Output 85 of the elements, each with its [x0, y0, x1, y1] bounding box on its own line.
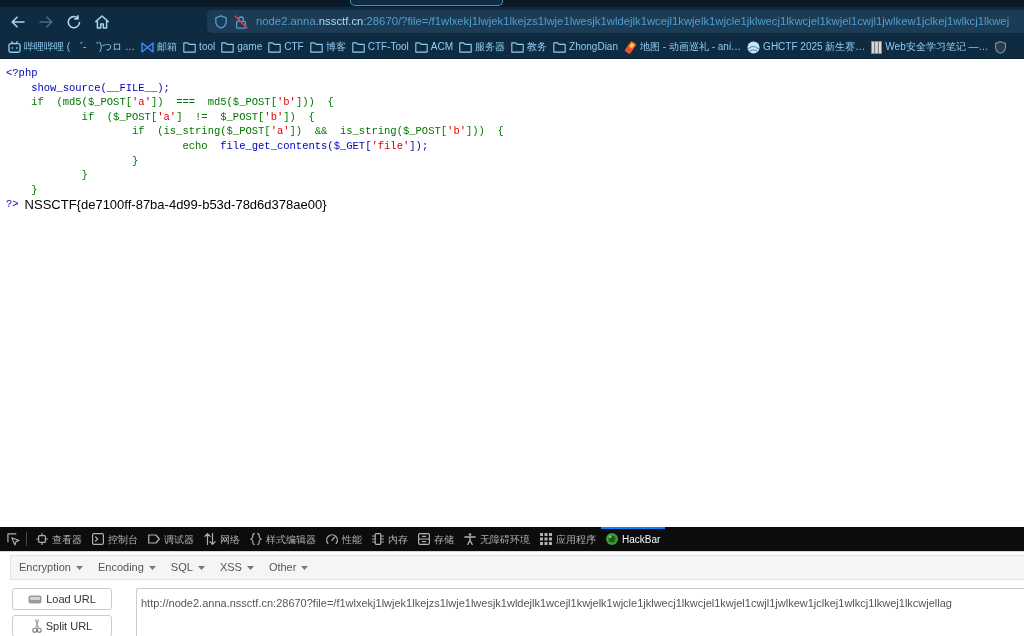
shield-icon — [215, 14, 227, 29]
caret-icon — [76, 565, 83, 570]
devtools-tab[interactable]: 查看器 — [31, 527, 87, 551]
bookmark-folder[interactable]: CTF-Tool — [351, 41, 409, 53]
book-icon — [871, 40, 883, 54]
bookmark-folder[interactable]: CTF — [268, 41, 304, 53]
sticker-icon — [624, 40, 637, 54]
bookmark-link[interactable]: GHCTF 2025 新生赛… — [747, 40, 866, 54]
bookmark-folder[interactable]: 教务 — [511, 41, 548, 53]
folder-icon — [553, 41, 567, 53]
devtools-tab[interactable]: 应用程序 — [535, 527, 601, 551]
folder-icon — [309, 41, 323, 53]
scissors-icon — [31, 619, 42, 633]
cabinet-icon — [418, 533, 430, 545]
dropdown-button[interactable]: Encryption — [13, 559, 89, 576]
frame-icon — [36, 533, 48, 545]
folder-icon — [268, 41, 282, 53]
braces-icon — [250, 533, 262, 545]
bookmark-folder[interactable]: game — [221, 41, 263, 53]
devtools-tab[interactable]: 调试器 — [143, 527, 199, 551]
reload-icon — [67, 14, 81, 29]
chip-icon — [372, 533, 384, 545]
code-line: } — [132, 153, 139, 169]
code-line: } — [31, 182, 38, 198]
up-down-arrows-icon — [204, 533, 216, 545]
load-url-button[interactable]: Load URL — [12, 588, 112, 610]
grid-icon — [540, 533, 552, 545]
person-icon — [464, 533, 476, 545]
folder-icon — [414, 41, 428, 53]
code-line: <?php — [6, 66, 38, 81]
globe-icon — [747, 40, 761, 54]
bookmark-link[interactable]: Web安全学习笔记 —… — [871, 40, 989, 54]
code-line: } — [81, 168, 88, 183]
code-line: ?> — [6, 197, 19, 212]
disc-icon — [606, 533, 618, 545]
dropdown-button[interactable]: Other — [262, 559, 315, 576]
caret-icon — [301, 565, 309, 570]
bookmark-folder[interactable]: 服务器 — [459, 41, 506, 53]
devtools-tab[interactable]: 性能 — [321, 527, 367, 551]
folder-icon — [459, 41, 473, 53]
bookmark-link[interactable]: 哔哩哔哩 ( ゜- ゜)つロ … — [8, 41, 136, 53]
dropdown-button[interactable]: XSS — [213, 559, 260, 576]
folder-icon — [351, 41, 365, 53]
tray-icon — [28, 594, 43, 604]
folder-icon — [183, 41, 197, 53]
shield-icon — [994, 40, 1006, 54]
bookmark-folder[interactable]: ACM — [414, 41, 454, 53]
code-line: show_source(__FILE__); — [31, 80, 170, 96]
arrow-left-icon — [11, 15, 25, 28]
bookmark-folder[interactable]: ZhongDian — [553, 41, 618, 53]
cursor-icon — [6, 532, 20, 546]
flag-text: NSSCTF{de7100ff-87ba-4d99-b53d-78d6d378ae00} — [24, 196, 327, 213]
bookmark-link[interactable]: 邮箱 — [141, 41, 178, 53]
split-url-button[interactable]: Split URL — [12, 615, 112, 636]
caret-icon — [197, 565, 205, 570]
bookmark-link[interactable]: 地图 - 动画巡礼 - ani… — [624, 40, 742, 54]
home-icon — [95, 14, 109, 29]
arrow-right-icon — [39, 15, 53, 28]
bookmark-link[interactable] — [994, 40, 1006, 54]
gauge-icon — [326, 533, 338, 545]
devtools-tab[interactable]: 存储 — [413, 527, 459, 551]
dropdown-button[interactable]: SQL — [164, 559, 211, 576]
bowtie-icon — [141, 41, 155, 53]
code-line: if ($_POST['a'] != $_POST['b']) { — [81, 109, 315, 125]
devtools-tab[interactable]: 网络 — [199, 527, 245, 551]
browser-tab[interactable] — [350, 0, 503, 6]
address-field[interactable]: node2.anna.nssctf.cn:28670/?file=/f1wlxekj1lwjek1lkejzs1lwje1lwesjk1wldejlk1wcejl1kwjelk1wjcle1jklwecj1lkwcjel1kwjel1cwjl1jwlkew1jclkej1wlkcj1lkwej — [207, 10, 1024, 33]
url-textarea[interactable]: http://node2.anna.nssctf.cn:28670?file=/f1wlxekj1lwjek1lkejzs1lwje1lwesjk1wldejlk1wcejl1kwjelk1wjcle1jklwecj1lkwcjel1kwjel1cwjl1jwlkew1jclkej1wlkcj1lkwej1lkcwjellag — [136, 588, 1024, 636]
caret-icon — [148, 565, 156, 570]
code-line: if (md5($_POST['a']) === md5($_POST['b'])) { — [31, 95, 334, 110]
tv-icon — [8, 41, 21, 53]
dropdown-button[interactable]: Encoding — [92, 559, 162, 576]
code-line: if (is_string($_POST['a']) && is_string($_POST['b'])) { — [132, 124, 504, 139]
folder-icon — [221, 41, 235, 53]
bookmark-folder[interactable]: 博客 — [309, 41, 346, 53]
devtools-tab[interactable]: 无障碍环境 — [459, 527, 535, 551]
bookmark-folder[interactable]: tool — [183, 41, 216, 53]
tag-icon — [148, 533, 160, 545]
devtools-tab[interactable]: 样式编辑器 — [245, 527, 321, 551]
code-line: echo file_get_contents($_GET['file']); — [182, 138, 429, 154]
devtools-tab[interactable]: 控制台 — [87, 527, 143, 551]
folder-icon — [511, 41, 525, 53]
terminal-icon — [92, 533, 104, 545]
devtools-tab[interactable]: 内存 — [367, 527, 413, 551]
caret-icon — [246, 565, 254, 570]
